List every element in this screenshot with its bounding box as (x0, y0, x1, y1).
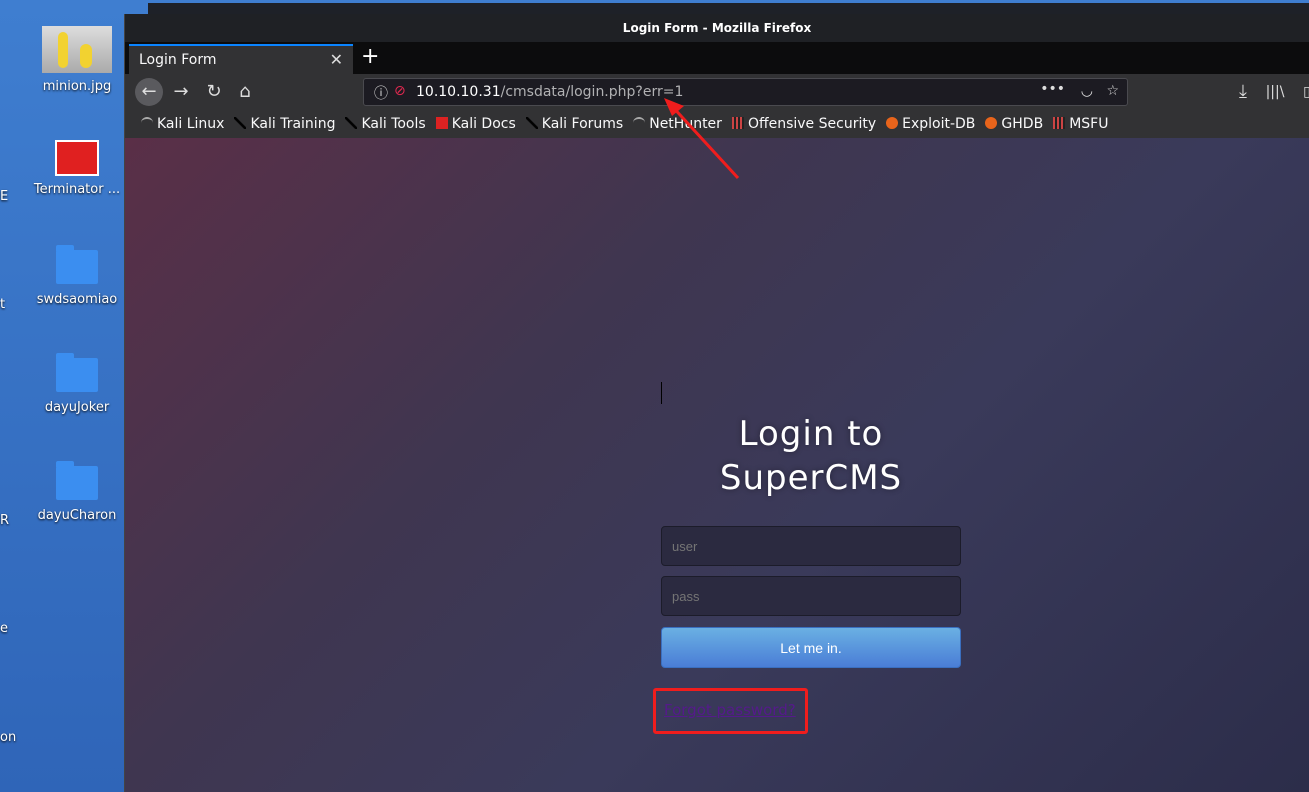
new-tab-button[interactable]: + (361, 44, 379, 69)
folder-icon (56, 461, 98, 500)
kali-icon (141, 117, 153, 129)
login-title: Login to SuperCMS (719, 414, 903, 498)
pocket-icon[interactable]: ◡ (1081, 83, 1093, 99)
bookmark-item[interactable]: Kali Tools (345, 116, 426, 132)
username-input[interactable] (661, 526, 961, 566)
desktop-icon-folder[interactable]: swdsaomiao (27, 245, 127, 307)
insecure-lock-icon: ⊘ (394, 83, 406, 99)
home-button[interactable]: ⌂ (231, 78, 259, 106)
desktop-icon-terminator[interactable]: Terminator ... (27, 140, 127, 197)
partial-icon-label: R (0, 513, 10, 528)
url-host: 10.10.10.31 (416, 84, 501, 100)
icon-label: dayuJoker (44, 400, 110, 415)
bookmark-item[interactable]: Exploit-DB (886, 116, 975, 132)
partial-icon-label: E (0, 189, 9, 204)
sidebar-icon[interactable]: ▯ (1293, 78, 1309, 106)
bookmark-item[interactable]: Kali Training (234, 116, 335, 132)
reload-button[interactable]: ↻ (200, 78, 228, 106)
bookmark-item[interactable]: Offensive Security (731, 116, 876, 132)
desktop-icon-minion[interactable]: minion.jpg (27, 26, 127, 94)
url-path: /cmsdata/login.php?err=1 (500, 84, 684, 100)
kali-dragon-icon (525, 117, 538, 129)
bookmark-item[interactable]: Kali Linux (141, 116, 224, 132)
docs-icon (435, 117, 448, 129)
msfu-icon (1053, 117, 1066, 129)
back-button[interactable]: ← (135, 78, 163, 106)
nethunter-icon (633, 117, 646, 129)
kali-dragon-icon (345, 117, 358, 129)
desktop-icon-folder[interactable]: dayuJoker (27, 353, 127, 415)
partial-icon-label: e (0, 621, 8, 636)
tab-login-form[interactable]: Login Form ✕ (129, 44, 353, 74)
downloads-icon[interactable]: ⤓ (1229, 78, 1257, 106)
login-button[interactable]: Let me in. (661, 627, 961, 668)
image-thumbnail-icon (42, 26, 112, 73)
folder-icon (56, 245, 98, 284)
forgot-password-link[interactable]: Forgot password? (664, 701, 796, 719)
page-actions-icon[interactable]: ••• (1040, 81, 1065, 97)
tab-bar: Login Form ✕ + (125, 42, 1309, 74)
forward-button[interactable]: → (167, 78, 195, 106)
icon-label: swdsaomiao (36, 292, 118, 307)
page-content: Login toSuperCMS Let me in. Forgot passw… (125, 138, 1309, 792)
close-tab-icon[interactable]: ✕ (330, 50, 343, 69)
tab-label: Login Form (139, 52, 217, 68)
bookmark-item[interactable]: GHDB (985, 116, 1043, 132)
kali-dragon-icon (234, 117, 247, 129)
icon-label: Terminator ... (33, 182, 121, 197)
folder-icon (56, 353, 98, 392)
window-title: Login Form - Mozilla Firefox (125, 14, 1309, 42)
annotation-highlight-box: Forgot password? (653, 688, 808, 734)
icon-label: minion.jpg (42, 79, 112, 94)
bookmark-item[interactable]: Kali Docs (435, 116, 516, 132)
icon-label: dayuCharon (37, 508, 117, 523)
terminator-icon (55, 140, 99, 176)
library-icon[interactable]: |||\ (1261, 78, 1289, 106)
login-form: Login toSuperCMS Let me in. Forgot passw… (653, 412, 961, 734)
bookmark-item[interactable]: MSFU (1053, 116, 1108, 132)
partial-icon-label: on (0, 730, 17, 745)
password-input[interactable] (661, 576, 961, 616)
text-cursor (661, 382, 662, 404)
partial-icon-label: t (0, 297, 6, 312)
bookmark-star-icon[interactable]: ☆ (1106, 83, 1119, 99)
annotation-arrow-icon (664, 98, 740, 180)
exploit-db-icon (886, 117, 899, 129)
bookmark-item[interactable]: Kali Forums (525, 116, 623, 132)
ghdb-icon (985, 117, 998, 129)
info-icon[interactable]: ⓘ (374, 83, 388, 103)
desktop-icon-folder[interactable]: dayuCharon (27, 461, 127, 523)
